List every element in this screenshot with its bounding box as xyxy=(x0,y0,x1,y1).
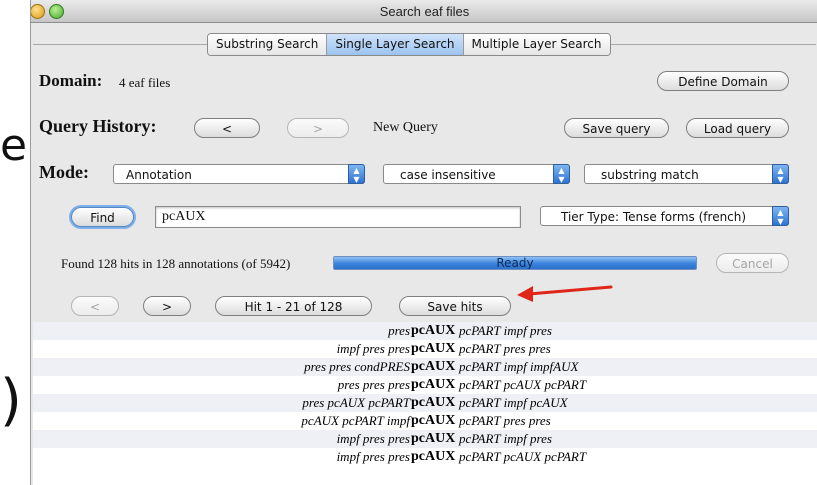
case-sensitivity-select[interactable]: case insensitive ▲ ▼ xyxy=(383,164,570,184)
result-hit: pcAUX xyxy=(411,377,456,392)
match-type-value: substring match xyxy=(601,168,699,182)
result-row[interactable]: impf pres pres pcAUX pcPART impf pres xyxy=(33,430,817,448)
result-left-context: pres pres condPRES xyxy=(304,359,410,374)
load-query-button[interactable]: Load query xyxy=(686,118,789,138)
updown-arrows-icon: ▲ ▼ xyxy=(772,164,789,184)
result-hit: pcAUX xyxy=(411,431,456,446)
search-mode-tabs: Substring Search Single Layer Search Mul… xyxy=(207,33,611,56)
result-row[interactable]: pcAUX pcPART impf pcAUX pcPART pres pres xyxy=(33,412,817,430)
domain-value: 4 eaf files xyxy=(119,75,171,90)
annotation-arrow-icon xyxy=(517,285,613,302)
result-row[interactable]: impf pres pres pcAUX pcPART pres pres xyxy=(33,340,817,358)
result-right-context: pcPART impf impfAUX xyxy=(459,359,579,374)
result-row[interactable]: pres pres pres pcAUX pcPART pcAUX pcPART xyxy=(33,376,817,394)
result-right-context: pcPART pcAUX pcPART xyxy=(459,449,587,464)
result-left-context: pres pres pres xyxy=(337,377,410,392)
result-hit: pcAUX xyxy=(411,395,456,410)
query-input[interactable]: pcAUX xyxy=(155,206,521,228)
search-window: Search eaf files Substring Search Single… xyxy=(30,0,817,485)
result-right-context: pcPART pres pres xyxy=(459,341,551,356)
search-progress-bar: Ready xyxy=(333,256,697,270)
query-history-label: Query History: xyxy=(39,116,157,136)
mode-label: Mode: xyxy=(39,162,89,182)
tier-type-value: Tier Type: Tense forms (french) xyxy=(561,210,747,224)
hits-next-button[interactable]: > xyxy=(143,296,191,316)
save-hits-button[interactable]: Save hits xyxy=(399,296,511,316)
search-summary: Found 128 hits in 128 annotations (of 59… xyxy=(61,256,291,271)
result-hit: pcAUX xyxy=(411,449,456,464)
result-hit: pcAUX xyxy=(411,413,456,428)
result-hit: pcAUX xyxy=(411,341,456,356)
match-type-select[interactable]: substring match ▲ ▼ xyxy=(584,164,789,184)
result-left-context: pres xyxy=(388,323,410,338)
background-fragment-paren: ) xyxy=(0,368,22,433)
result-right-context: pcPART impf pres xyxy=(459,431,552,446)
title-bar[interactable]: Search eaf files xyxy=(31,0,817,23)
result-row[interactable]: pres pcAUX pcPART impf pres xyxy=(33,322,817,340)
updown-arrows-icon: ▲ ▼ xyxy=(553,164,570,184)
result-right-context: pcPART impf pres xyxy=(459,323,552,338)
find-button[interactable]: Find xyxy=(71,207,134,227)
result-left-context: pres pcAUX pcPART xyxy=(302,395,410,410)
hit-range-button[interactable]: Hit 1 - 21 of 128 xyxy=(215,296,372,316)
background-fragment-e: e xyxy=(0,120,28,171)
history-next-button[interactable]: > xyxy=(287,118,349,138)
cancel-button[interactable]: Cancel xyxy=(716,253,789,273)
result-hit: pcAUX xyxy=(411,323,456,338)
result-hit: pcAUX xyxy=(411,359,456,374)
case-sensitivity-value: case insensitive xyxy=(400,168,496,182)
updown-arrows-icon: ▲ ▼ xyxy=(348,164,365,184)
tab-single-layer-search[interactable]: Single Layer Search xyxy=(327,34,464,55)
result-left-context: pcAUX pcPART impf xyxy=(301,413,410,428)
current-query-text: New Query xyxy=(373,120,438,135)
define-domain-button[interactable]: Define Domain xyxy=(657,71,789,91)
annotation-type-value: Annotation xyxy=(126,168,192,182)
result-left-context: impf pres pres xyxy=(336,341,410,356)
save-query-button[interactable]: Save query xyxy=(564,118,669,138)
result-right-context: pcPART impf pcAUX xyxy=(459,395,568,410)
annotation-type-select[interactable]: Annotation ▲ ▼ xyxy=(113,164,365,184)
tab-substring-search[interactable]: Substring Search xyxy=(208,34,328,55)
hits-prev-button[interactable]: < xyxy=(71,296,119,316)
progress-status-text: Ready xyxy=(496,256,534,270)
updown-arrows-icon: ▲ ▼ xyxy=(772,206,789,226)
result-left-context: impf pres pres xyxy=(336,431,410,446)
tab-multiple-layer-search[interactable]: Multiple Layer Search xyxy=(463,34,610,55)
domain-label: Domain: xyxy=(39,71,103,90)
result-row[interactable]: pres pres condPRES pcAUX pcPART impf impfA… xyxy=(33,358,817,376)
window-title: Search eaf files xyxy=(379,4,470,19)
tier-type-select[interactable]: Tier Type: Tense forms (french) ▲ ▼ xyxy=(540,206,789,226)
result-right-context: pcPART pres pres xyxy=(459,413,551,428)
result-right-context: pcPART pcAUX pcPART xyxy=(459,377,587,392)
history-prev-button[interactable]: < xyxy=(194,118,260,138)
result-row[interactable]: impf pres pres pcAUX pcPART pcAUX pcPART xyxy=(33,448,817,466)
results-list[interactable]: pres pcAUX pcPART impf pres impf pres pres p… xyxy=(33,322,817,485)
result-row[interactable]: pres pcAUX pcPART pcAUX pcPART impf pcAUX xyxy=(33,394,817,412)
result-left-context: impf pres pres xyxy=(336,449,410,464)
